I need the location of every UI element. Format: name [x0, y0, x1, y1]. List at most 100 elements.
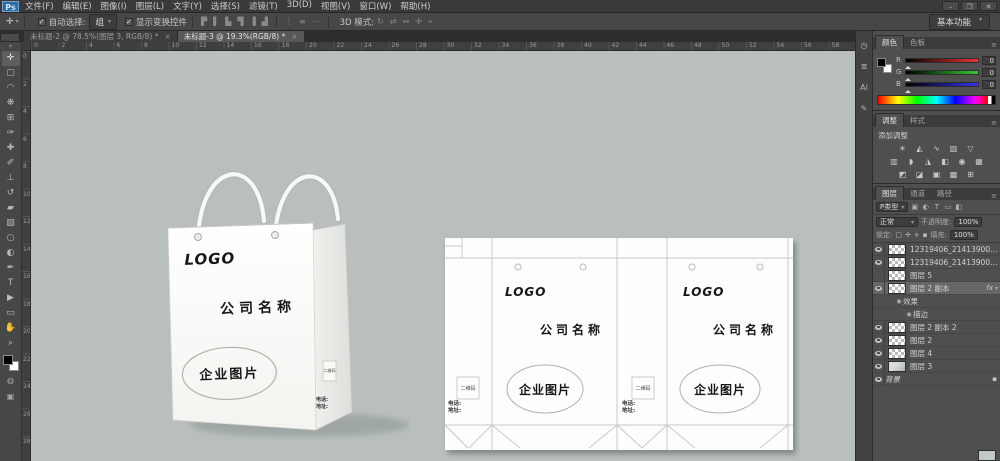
filter-shape-icon[interactable]: ▭ [943, 203, 952, 211]
filter-adjustment-icon[interactable]: ◐ [921, 203, 930, 211]
dieline-logo-text[interactable]: LOGO [683, 285, 724, 299]
panel-menu-icon[interactable]: ≡ [991, 119, 997, 127]
layer-effects-badge[interactable]: fx [986, 284, 993, 292]
document-tab-untitled-2[interactable]: 未标题-2 @ 78.5%(图层 3, RGB/8) * × [24, 31, 178, 42]
dieline-image-placeholder-text[interactable]: 企业图片 [518, 382, 571, 397]
align-hcenter-icon[interactable]: ▌ [210, 16, 222, 27]
layer-thumbnail[interactable] [888, 335, 906, 346]
color-spectrum-ramp[interactable] [877, 95, 996, 105]
properties-panel-icon[interactable]: ≣ [861, 62, 868, 71]
move-tool[interactable]: ✛ [2, 51, 20, 66]
ruler-top[interactable]: 0246810121416182022242628303234363840424… [31, 42, 855, 51]
menu-3d[interactable]: 3D(D) [287, 0, 312, 12]
tab-swatches[interactable]: 色板 [904, 36, 931, 49]
restore-button[interactable]: ❐ [961, 1, 978, 11]
quick-mask-button[interactable]: ◍ [2, 374, 20, 387]
layer-thumbnail[interactable] [888, 270, 906, 281]
tool-preset-picker[interactable]: ✛ ▾ [6, 17, 19, 27]
eye-icon[interactable]: ◉ [905, 311, 913, 318]
effects-expand-icon[interactable]: ▾ [995, 285, 998, 292]
quick-select-tool[interactable]: ❋ [2, 96, 20, 111]
menu-view[interactable]: 视图(V) [321, 0, 350, 12]
menu-window[interactable]: 窗口(W) [359, 0, 391, 12]
lock-position-icon[interactable]: ✛ [905, 231, 911, 239]
3d-scale-icon[interactable]: ⌖ [425, 16, 436, 28]
green-slider[interactable] [905, 70, 979, 75]
photo-filter-icon[interactable]: ◧ [940, 157, 951, 166]
fill-field[interactable]: 100% [950, 230, 978, 240]
history-panel-icon[interactable]: ◷ [861, 41, 868, 50]
opacity-field[interactable]: 100% [954, 217, 982, 227]
threshold-icon[interactable]: ▣ [931, 170, 942, 179]
panel-menu-icon[interactable]: ≡ [991, 192, 997, 200]
history-brush-tool[interactable]: ↺ [2, 186, 20, 201]
tab-layers[interactable]: 图层 [875, 186, 904, 200]
document-viewport[interactable]: LOGO 公司名称 企业图片 二维码 电话: 地址: [31, 51, 855, 461]
tab-color[interactable]: 颜色 [875, 35, 904, 49]
minimize-button[interactable]: – [942, 1, 959, 11]
menu-edit[interactable]: 编辑(E) [63, 0, 92, 12]
type-tool[interactable]: T [2, 276, 20, 291]
black-white-icon[interactable]: ◮ [923, 157, 934, 166]
healing-brush-tool[interactable]: ✚ [2, 141, 20, 156]
filter-smart-object-icon[interactable]: ◧ [954, 203, 963, 211]
layer-row[interactable]: 图层 2 副本 2 [873, 321, 1000, 334]
dieline-logo-text[interactable]: LOGO [505, 285, 546, 299]
layer-thumbnail[interactable] [888, 283, 906, 294]
3d-rotate-icon[interactable]: ↻ [374, 16, 387, 27]
tab-styles[interactable]: 样式 [904, 114, 931, 127]
align-left-icon[interactable]: ▛ [198, 16, 210, 27]
clone-stamp-tool[interactable]: ⊥ [2, 171, 20, 186]
auto-select-dropdown[interactable]: 组 ▾ [89, 14, 117, 30]
filter-type-icon[interactable]: T [932, 203, 941, 211]
layer-row[interactable]: 图层 2 [873, 334, 1000, 347]
menu-image[interactable]: 图像(I) [101, 0, 127, 12]
layer-row[interactable]: 图层 4 [873, 347, 1000, 360]
tab-channels[interactable]: 通道 [904, 187, 931, 200]
menu-help[interactable]: 帮助(H) [400, 0, 430, 12]
tab-adjustments[interactable]: 调整 [875, 113, 904, 127]
dieline-company-text[interactable]: 公司名称 [713, 322, 777, 337]
hand-tool[interactable]: ✋ [2, 321, 20, 336]
visibility-toggle[interactable] [873, 243, 885, 255]
gradient-tool[interactable]: ▨ [2, 216, 20, 231]
background-layer-row[interactable]: 背景 ▪ [873, 373, 1000, 386]
eraser-tool[interactable]: ▰ [2, 201, 20, 216]
distribute-horizontal-icon[interactable]: ⋯ [309, 16, 323, 27]
levels-icon[interactable]: ◭ [914, 144, 925, 153]
blue-slider[interactable] [905, 82, 979, 87]
collapse-toolbar-icon[interactable]: » [8, 42, 12, 51]
eye-icon[interactable]: ◉ [895, 298, 903, 305]
marquee-tool[interactable]: ▢ [2, 66, 20, 81]
tab-close-icon[interactable]: × [164, 32, 170, 41]
exposure-icon[interactable]: ▧ [948, 144, 959, 153]
auto-select-checkbox[interactable]: ✓ [38, 18, 46, 26]
dieline-artboard[interactable]: LOGO 公司名称 企业图片 LOGO 公司名称 企业图片 二维码 电话: 地址… [445, 238, 793, 450]
bag-image-placeholder-text[interactable]: 企业图片 [198, 365, 260, 383]
3d-roll-icon[interactable]: ⇄ [387, 16, 400, 27]
3d-slide-icon[interactable]: ✛ [412, 16, 425, 27]
layer-thumbnail[interactable] [888, 257, 906, 268]
filter-pixel-icon[interactable]: ▣ [910, 203, 919, 211]
green-value[interactable]: 0 [982, 68, 996, 77]
align-vcenter-icon[interactable]: ▐ [247, 16, 259, 27]
distribute-vertical-icon[interactable]: ⋮ [282, 16, 296, 27]
layer-thumbnail[interactable] [978, 450, 996, 461]
color-lookup-icon[interactable]: ▦ [974, 157, 985, 166]
menu-layer[interactable]: 图层(L) [136, 0, 164, 12]
ruler-left[interactable]: 0246810121416182022242628 [22, 51, 31, 461]
posterize-icon[interactable]: ◪ [914, 170, 925, 179]
workspace-switcher[interactable]: 基本功能 ▾ [929, 14, 990, 30]
blur-tool[interactable]: ○ [2, 231, 20, 246]
layer-row[interactable]: 图层 5 [873, 269, 1000, 282]
screen-mode-button[interactable]: ▣ [2, 390, 20, 403]
visibility-toggle[interactable] [873, 347, 885, 359]
lock-pixels-icon[interactable]: + [914, 231, 920, 239]
menu-file[interactable]: 文件(F) [25, 0, 54, 12]
effects-row[interactable]: ◉ 效果 [873, 295, 1000, 308]
brush-tool[interactable]: ✐ [2, 156, 20, 171]
panel-menu-icon[interactable]: ≡ [991, 41, 997, 49]
foreground-background-swatches[interactable] [3, 355, 19, 371]
invert-icon[interactable]: ◩ [897, 170, 908, 179]
dieline-company-text[interactable]: 公司名称 [540, 322, 604, 337]
